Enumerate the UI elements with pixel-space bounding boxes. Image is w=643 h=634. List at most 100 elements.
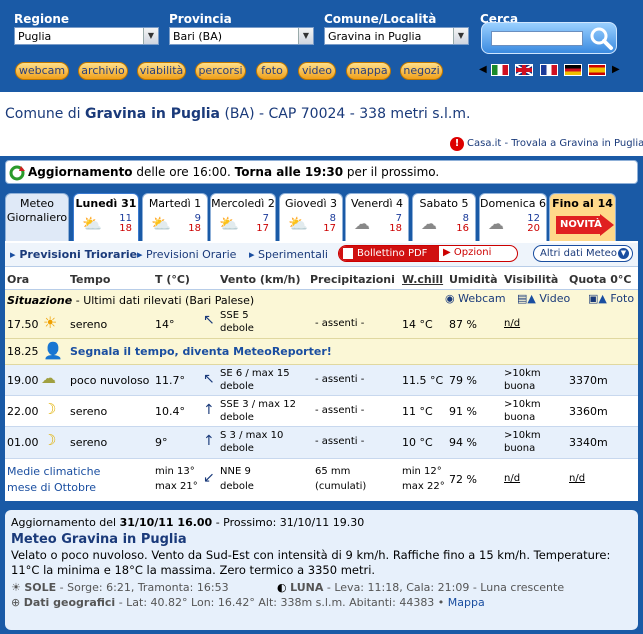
- search-input[interactable]: [491, 31, 583, 46]
- col-ora: Ora: [7, 273, 30, 286]
- reporter-row: 18.25 👤 Segnala il tempo, diventa MeteoR…: [5, 339, 638, 365]
- row-prec: - assenti -: [315, 318, 365, 329]
- opzioni-button[interactable]: ▶ Opzioni: [443, 247, 491, 258]
- comune-select[interactable]: Gravina in Puglia ▼: [324, 27, 469, 45]
- person-icon: 👤: [43, 341, 63, 360]
- tab-day-6[interactable]: Sabato 5 ☁ 8 16: [412, 193, 476, 241]
- geo-info: ⊕ Dati geografici - Lat: 40.82° Lon: 16.…: [11, 596, 485, 609]
- nav-negozi[interactable]: negozi: [400, 62, 443, 80]
- sun-icon: ☀: [11, 581, 21, 594]
- row-umidita: 87 %: [449, 318, 477, 331]
- nav-archivio[interactable]: archivio: [78, 62, 128, 80]
- wind-arrow-icon: ↖: [203, 371, 215, 387]
- flag-es-icon[interactable]: [588, 64, 606, 76]
- webcam-link[interactable]: ◉ Webcam: [445, 292, 506, 305]
- col-tempo: Tempo: [70, 273, 111, 286]
- situazione-title: Situazione - Ultimi dati rilevati (Bari …: [7, 294, 255, 307]
- sun-cloud-icon: ⛅: [82, 214, 102, 233]
- bollettino-pdf-button[interactable]: Bollettino PDF: [339, 246, 439, 261]
- row-vento-desc: debole: [220, 323, 254, 334]
- col-wchill[interactable]: W.chill: [402, 273, 443, 286]
- provincia-select[interactable]: Bari (BA) ▼: [169, 27, 314, 45]
- provincia-value: Bari (BA): [173, 30, 223, 43]
- medie-link[interactable]: Medie climatiche: [7, 465, 100, 478]
- summary-title: Meteo Gravina in Puglia: [11, 532, 187, 547]
- medie-row: Medie climatiche mese di Ottobre min 13°…: [5, 460, 638, 498]
- tab-fino-al-14[interactable]: Fino al 14 NOVITÀ: [549, 193, 616, 241]
- summary-description: Velato o poco nuvoloso. Vento da Sud-Est…: [11, 548, 611, 577]
- flag-uk-icon[interactable]: [515, 64, 533, 76]
- nav-video[interactable]: video: [298, 62, 336, 80]
- tab-meteo-giornaliero[interactable]: Meteo Giornaliero: [5, 193, 69, 241]
- video-link[interactable]: ▤▲ Video: [517, 292, 570, 305]
- situazione-block: Situazione - Ultimi dati rilevati (Bari …: [5, 290, 638, 339]
- row-vento: SSE 5: [220, 310, 249, 321]
- nav-viabilita[interactable]: viabilità: [137, 62, 186, 80]
- chevron-down-icon: ▼: [143, 28, 158, 44]
- foto-link[interactable]: ▣▲ Foto: [588, 292, 634, 305]
- flag-prev-arrow-icon[interactable]: ◀: [479, 64, 487, 75]
- altri-dati-button[interactable]: Altri dati Meteo ▼: [533, 245, 633, 262]
- regione-label: Regione: [14, 12, 70, 26]
- row-visibilita: n/d: [504, 318, 521, 329]
- tab-day-1[interactable]: Lunedì 31 ⛅ 11 18: [73, 193, 139, 241]
- sun-icon: ☀: [43, 313, 58, 332]
- col-quota: Quota 0°C: [569, 273, 632, 286]
- nav-webcam[interactable]: webcam: [15, 62, 69, 80]
- tab-day-2[interactable]: Martedì 1 ⛅ 9 18: [142, 193, 208, 241]
- moon-icon: ☽: [43, 400, 57, 418]
- nav-percorsi[interactable]: percorsi: [195, 62, 246, 80]
- subnav-orarie[interactable]: ▸ Previsioni Orarie: [137, 248, 236, 261]
- tab-day-3[interactable]: Mercoledì 2 ⛅ 7 17: [210, 193, 276, 241]
- moon-cloud-icon: ☁: [41, 369, 56, 387]
- flag-it-icon[interactable]: [491, 64, 509, 76]
- flag-next-arrow-icon[interactable]: ▶: [612, 64, 620, 75]
- nav-foto[interactable]: foto: [256, 62, 288, 80]
- arrow-down-icon: ▼: [618, 248, 629, 259]
- table-header: Ora Tempo T (°C) Vento (km/h) Precipitaz…: [5, 268, 638, 290]
- search-box: [481, 22, 617, 54]
- mappa-link[interactable]: Mappa: [448, 596, 485, 609]
- casa-link[interactable]: Casa.it - Trovala a Gravina in Puglia: [467, 138, 643, 149]
- pdf-options-group: Bollettino PDF ▶ Opzioni: [338, 245, 518, 262]
- tab-day-5[interactable]: Venerdì 4 ☁ 7 18: [345, 193, 409, 241]
- photo-icon: ▣: [588, 292, 599, 305]
- tab-day-4[interactable]: Giovedì 3 ⛅ 8 17: [279, 193, 343, 241]
- wind-arrow-icon: ↖: [203, 312, 215, 328]
- row-wchill: 14 °C: [402, 318, 433, 331]
- moon-icon: ◐: [277, 581, 287, 594]
- reporter-ora: 18.25: [7, 345, 39, 358]
- pdf-icon: [343, 248, 353, 259]
- sun-cloud-icon: ⛅: [288, 214, 308, 233]
- nav-mappa[interactable]: mappa: [346, 62, 391, 80]
- tab-day-7[interactable]: Domenica 6 ☁ 12 20: [479, 193, 547, 241]
- wind-arrow-icon: ↑: [203, 402, 215, 418]
- col-temp: T (°C): [155, 273, 190, 286]
- video-icon: ▤: [517, 292, 528, 305]
- flag-fr-icon[interactable]: [540, 64, 558, 76]
- sole-info: ☀ SOLE - Sorge: 6:21, Tramonta: 16:53: [11, 581, 229, 594]
- row-tempo: sereno: [70, 318, 108, 331]
- sun-cloud-icon: ⛅: [219, 214, 239, 233]
- comune-label: Comune/Località: [324, 12, 437, 26]
- fog-icon: ☁: [421, 214, 437, 233]
- casa-bar: ! Casa.it - Trovala a Gravina in Puglia: [0, 132, 643, 156]
- reporter-link[interactable]: Segnala il tempo, diventa MeteoReporter!: [70, 345, 332, 358]
- flag-de-icon[interactable]: [564, 64, 582, 76]
- sun-cloud-icon: ⛅: [151, 214, 171, 233]
- row-temp: 14°: [155, 318, 175, 331]
- regione-select[interactable]: Puglia ▼: [14, 27, 159, 45]
- casa-icon: !: [450, 137, 464, 151]
- location-bar: Comune di Gravina in Puglia (BA) - CAP 7…: [0, 92, 643, 132]
- update-bar: Aggiornamento delle ore 16:00. Torna all…: [5, 160, 638, 184]
- chevron-down-icon: ▼: [453, 28, 468, 44]
- table-row: 19.00 ☁ poco nuvoloso 11.7° ↖ SE 6 / max…: [5, 365, 638, 396]
- subnav: ▸ Previsioni Triorarie ▸ Previsioni Orar…: [5, 243, 638, 267]
- subnav-triorarie[interactable]: ▸ Previsioni Triorarie: [10, 248, 137, 261]
- medie-month-link[interactable]: mese di Ottobre: [7, 481, 96, 494]
- search-icon[interactable]: [588, 26, 614, 51]
- wind-arrow-icon: ↙: [203, 470, 215, 486]
- summary-panel: Aggiornamento del 31/10/11 16.00 - Pross…: [5, 510, 638, 630]
- subnav-sperimentali[interactable]: ▸ Sperimentali: [249, 248, 328, 261]
- webcam-icon: ◉: [445, 292, 455, 305]
